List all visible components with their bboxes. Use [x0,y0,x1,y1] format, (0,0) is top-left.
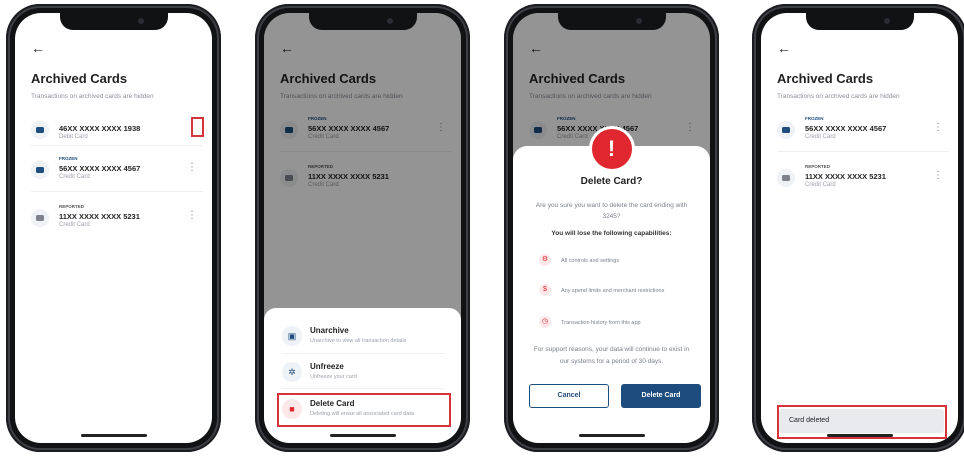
bottom-sheet: ▣ Unarchive Unarchive to view all transa… [264,308,461,443]
phone-2: ← Archived Cards Transactions on archive… [255,4,470,452]
delete-card-button[interactable]: Delete Card [621,384,701,408]
card-type: Credit Card [805,134,836,140]
notch [805,13,914,30]
page-title: Archived Cards [31,71,128,86]
home-indicator [80,434,147,437]
phone-3: ← Archived Cards Transactions on archive… [504,4,719,452]
card-type: Debit Card [59,134,88,140]
credit-card-icon [31,209,49,227]
card-number: 56XX XXXX XXXX 4567 [59,164,141,173]
card-type: Credit Card [805,182,836,188]
card-number: 46XX XXXX XXXX 1938 [59,124,141,133]
more-options-icon[interactable]: ⋮ [933,123,943,133]
delete-card-dialog: ! Delete Card? Are you sure you want to … [513,126,710,443]
divider [282,353,444,354]
page-subtitle: Transactions on archived cards are hidde… [31,93,154,100]
page-title: Archived Cards [777,71,874,86]
home-indicator [578,434,645,437]
controls-icon: ⚙ [539,254,551,266]
archive-icon: ▣ [282,326,302,346]
capability-text: Transaction history from this app [561,320,641,326]
capabilities-heading: You will lose the following capabilities… [551,230,672,237]
option-title: Unfreeze [310,362,344,371]
page-subtitle: Transactions on archived cards are hidde… [777,93,900,100]
divider [31,191,203,192]
divider [777,151,949,152]
notch [308,13,417,30]
back-arrow-icon[interactable]: ← [777,41,791,55]
home-indicator [329,434,396,437]
more-options-icon[interactable]: ⋮ [933,171,943,181]
screen-card-options: ← Archived Cards Transactions on archive… [264,13,461,443]
option-description: Unfreeze your card [310,374,357,380]
more-options-icon[interactable]: ⋮ [187,211,197,221]
back-arrow-icon[interactable]: ← [31,41,45,55]
dollar-icon: $ [539,284,551,296]
divider [31,145,203,146]
screen-card-deleted: ← Archived Cards Transactions on archive… [761,13,958,443]
option-title: Unarchive [310,326,349,335]
card-type: Credit Card [59,174,90,180]
phone-1: ← Archived Cards Transactions on archive… [6,4,221,452]
card-number: 11XX XXXX XXXX 5231 [59,212,140,221]
highlight-box [191,117,204,137]
dialog-footer: For support reasons, your data will cont… [533,346,690,365]
option-description: Unarchive to view all transaction detail… [310,338,407,344]
capability-text: All controls and settings [561,258,620,264]
screen-delete-confirm: ← Archived Cards Transactions on archive… [513,13,710,443]
status-badge: REPORTED [59,204,85,209]
divider [282,388,444,389]
cancel-button[interactable]: Cancel [529,384,609,408]
credit-card-icon [31,161,49,179]
home-indicator [826,434,893,437]
status-badge: FROZEN [805,116,824,121]
card-number: 11XX XXXX XXXX 5231 [805,172,886,181]
dialog-title: Delete Card? [580,176,643,187]
card-number: 56XX XXXX XXXX 4567 [805,124,887,133]
more-options-icon[interactable]: ⋮ [187,163,197,173]
notch [59,13,168,30]
capability-text: Any spend limits and merchant restrictio… [561,288,665,294]
credit-card-icon [31,121,49,139]
dialog-body: Are you sure you want to delete the card… [535,202,688,220]
status-badge: FROZEN [59,156,78,161]
snowflake-icon: ✲ [282,362,302,382]
phone-4: ← Archived Cards Transactions on archive… [752,4,964,452]
screen-archived-cards: ← Archived Cards Transactions on archive… [15,13,212,443]
history-icon: ◷ [539,316,551,328]
status-badge: REPORTED [805,164,831,169]
card-type: Credit Card [59,222,90,228]
highlight-box [277,393,451,427]
alert-icon: ! [588,126,635,172]
credit-card-icon [777,121,795,139]
credit-card-icon [777,169,795,187]
notch [557,13,666,30]
